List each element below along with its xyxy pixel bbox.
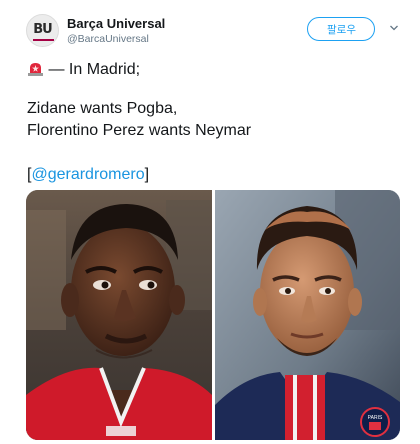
bracket-close: ] (144, 166, 150, 183)
follow-button-label: 팔로우 (327, 24, 356, 36)
author-display-name[interactable]: Barça Universal (67, 16, 165, 32)
author-names: Barça Universal @BarcaUniversal (67, 16, 165, 46)
author-handle[interactable]: @BarcaUniversal (67, 32, 165, 46)
tweet-media[interactable]: PARIS (26, 190, 400, 440)
svg-text:PARIS: PARIS (368, 415, 383, 421)
follow-button[interactable]: 팔로우 (307, 17, 375, 41)
tweet-text-line-2: Zidane wants Pogba, (27, 100, 178, 117)
avatar[interactable]: BU (26, 14, 59, 47)
chevron-down-icon[interactable] (390, 24, 398, 32)
tweet-text-line-3: Florentino Perez wants Neymar (27, 122, 252, 139)
photo-pogba[interactable] (26, 190, 212, 440)
avatar-logo-text: BU (33, 22, 52, 37)
tweet-text-line-4: [@gerardromero] (27, 165, 397, 185)
police-light-icon (27, 60, 44, 77)
tweet-text-line-1-text: — In Madrid; (48, 61, 141, 78)
tweet-text-line-1: — In Madrid; (27, 60, 397, 80)
photo-neymar[interactable]: PARIS (215, 190, 400, 440)
mention-link[interactable]: @gerardromero (31, 166, 144, 183)
avatar-logo-bar (33, 39, 54, 41)
